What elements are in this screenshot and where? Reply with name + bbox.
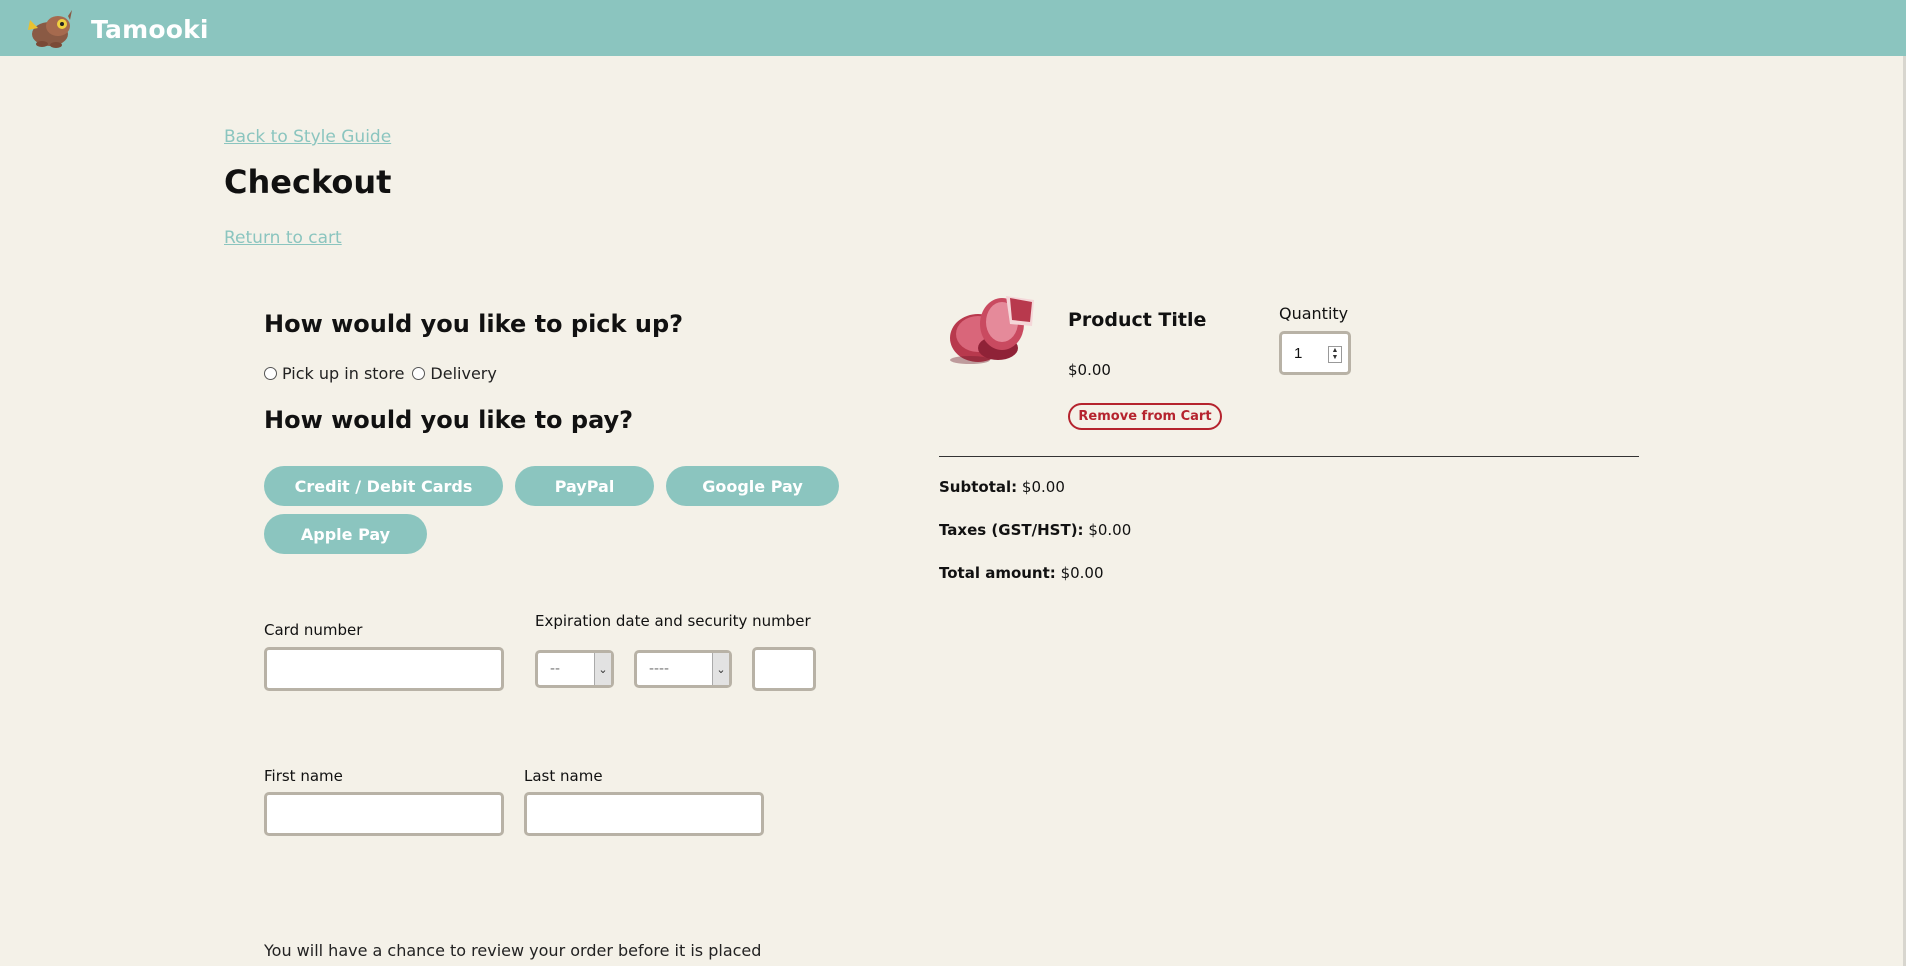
pickup-in-store-radio[interactable] — [264, 367, 277, 380]
pickup-heading: How would you like to pick up? — [264, 310, 684, 338]
summary-divider — [939, 456, 1639, 457]
subtotal-label: Subtotal: — [939, 478, 1018, 496]
last-name-label: Last name — [524, 767, 603, 785]
quantity-label: Quantity — [1279, 304, 1349, 323]
total-row: Total amount: $0.00 — [939, 564, 1104, 582]
paypal-button[interactable]: PayPal — [515, 466, 654, 506]
quantity-value[interactable]: 1 — [1294, 345, 1302, 362]
delivery-radio[interactable] — [412, 367, 426, 380]
review-order-note: You will have a chance to review your or… — [264, 941, 762, 960]
apple-pay-button[interactable]: Apple Pay — [264, 514, 427, 554]
taxes-row: Taxes (GST/HST): $0.00 — [939, 521, 1131, 539]
chevron-down-icon: ⌄ — [594, 653, 611, 685]
subtotal-value: $0.00 — [1021, 478, 1065, 496]
product-title: Product Title — [1068, 309, 1207, 331]
remove-from-cart-button[interactable]: Remove from Cart — [1068, 403, 1222, 430]
expiry-month-value: -- — [550, 660, 560, 677]
last-name-input[interactable] — [524, 792, 764, 836]
credit-debit-button[interactable]: Credit / Debit Cards — [264, 466, 503, 506]
return-to-cart-link[interactable]: Return to cart — [224, 228, 342, 248]
payment-heading: How would you like to pay? — [264, 406, 634, 434]
total-label: Total amount: — [939, 564, 1056, 582]
quantity-stepper[interactable]: 1 ▲ ▼ — [1279, 331, 1351, 375]
subtotal-row: Subtotal: $0.00 — [939, 478, 1065, 496]
delivery-label[interactable]: Delivery — [430, 364, 496, 383]
brand-name[interactable]: Tamooki — [91, 15, 209, 44]
first-name-label: First name — [264, 767, 343, 785]
top-navbar: Tamooki — [0, 0, 1906, 56]
google-pay-button[interactable]: Google Pay — [666, 466, 839, 506]
first-name-input[interactable] — [264, 792, 504, 836]
taxes-label: Taxes (GST/HST): — [939, 521, 1084, 539]
spinner-arrows-icon[interactable]: ▲ ▼ — [1328, 346, 1342, 363]
product-price: $0.00 — [1068, 361, 1111, 379]
expiration-label: Expiration date and security number — [535, 612, 811, 630]
card-number-input[interactable] — [264, 647, 504, 691]
page-title: Checkout — [224, 163, 392, 201]
expiry-month-select[interactable]: -- ⌄ — [535, 650, 614, 688]
card-number-label: Card number — [264, 621, 363, 639]
macaron-stack-image — [950, 296, 1034, 364]
back-to-style-guide-link[interactable]: Back to Style Guide — [224, 127, 391, 147]
expiry-year-value: ---- — [649, 660, 669, 677]
security-code-input[interactable] — [752, 647, 816, 691]
raccoon-logo-icon[interactable] — [24, 6, 80, 50]
chevron-down-icon: ⌄ — [712, 653, 729, 685]
taxes-value: $0.00 — [1088, 521, 1132, 539]
pickup-options: Pick up in store Delivery — [264, 364, 505, 383]
expiry-year-select[interactable]: ---- ⌄ — [634, 650, 732, 688]
total-value: $0.00 — [1060, 564, 1104, 582]
pickup-in-store-label[interactable]: Pick up in store — [282, 364, 404, 383]
